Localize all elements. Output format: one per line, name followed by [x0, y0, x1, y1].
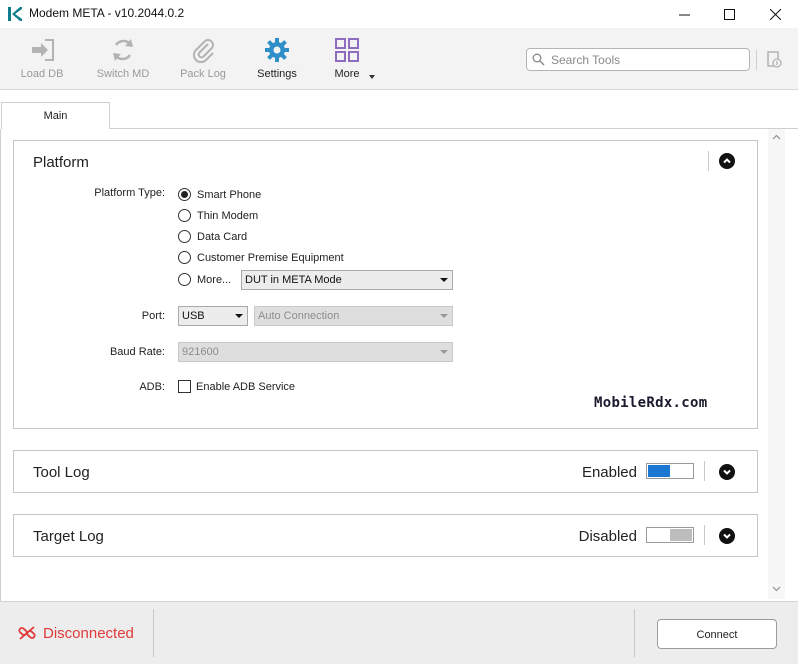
load-db-button[interactable]: Load DB	[7, 36, 77, 80]
radio-smart-phone[interactable]	[178, 188, 191, 201]
tool-log-status: Enabled	[581, 464, 637, 481]
load-db-icon	[32, 39, 54, 61]
tool-log-section: Tool Log Enabled	[13, 450, 758, 493]
search-box[interactable]	[526, 48, 750, 71]
window-title: Modem META - v10.2044.0.2	[29, 6, 185, 20]
search-input[interactable]	[549, 51, 745, 68]
platform-collapse-button[interactable]	[719, 153, 735, 169]
status-bar-divider	[634, 609, 635, 657]
adb-checkbox-label: Enable ADB Service	[196, 381, 296, 393]
scroll-down-icon[interactable]	[772, 584, 781, 593]
target-log-status: Disabled	[578, 528, 637, 545]
radio-cpe[interactable]	[178, 251, 191, 264]
tool-log-toggle[interactable]	[646, 463, 694, 479]
disconnected-icon	[18, 626, 36, 640]
port-mode-select: Auto Connection	[254, 306, 453, 326]
port-value: USB	[182, 310, 205, 322]
chevron-down-icon	[440, 314, 448, 318]
minimize-icon	[678, 14, 690, 15]
baud-rate-label: Baud Rate:	[109, 346, 165, 358]
search-icon	[532, 53, 545, 66]
vertical-scrollbar[interactable]	[768, 129, 785, 599]
radio-data-card[interactable]	[178, 230, 191, 243]
pack-log-label: Pack Log	[180, 68, 226, 80]
watermark: MobileRdx.com	[594, 395, 708, 411]
radio-smart-phone-label: Smart Phone	[197, 189, 262, 201]
chevron-down-icon	[235, 314, 243, 318]
settings-label: Settings	[257, 68, 297, 80]
device-info-icon[interactable]	[766, 51, 782, 69]
toggle-knob	[670, 529, 692, 541]
more-dropdown-caret-icon[interactable]	[369, 75, 375, 79]
port-label: Port:	[141, 310, 165, 322]
scroll-up-icon[interactable]	[772, 133, 781, 142]
platform-header-divider	[708, 151, 709, 171]
platform-type-label: Platform Type:	[94, 187, 165, 199]
radio-thin-modem-label: Thin Modem	[197, 210, 259, 222]
toggle-knob	[648, 465, 670, 477]
port-mode-value: Auto Connection	[258, 310, 340, 322]
baud-rate-value: 921600	[182, 346, 219, 358]
pack-log-button[interactable]: Pack Log	[168, 36, 238, 80]
toolbar-divider	[756, 50, 757, 70]
settings-button[interactable]: Settings	[242, 36, 312, 80]
radio-cpe-label: Customer Premise Equipment	[197, 252, 344, 264]
switch-md-button[interactable]: Switch MD	[88, 36, 158, 80]
radio-thin-modem[interactable]	[178, 209, 191, 222]
app-logo-icon	[8, 7, 22, 21]
close-button[interactable]	[752, 0, 798, 28]
switch-md-label: Switch MD	[96, 68, 150, 80]
tool-log-divider	[704, 461, 705, 481]
tool-log-title: Tool Log	[33, 464, 90, 481]
more-button[interactable]: More	[312, 36, 382, 80]
target-log-section: Target Log Disabled	[13, 514, 758, 557]
connection-status: Disconnected	[43, 625, 134, 642]
grid-icon	[335, 38, 359, 62]
maximize-button[interactable]	[706, 0, 752, 28]
chevron-up-icon	[723, 158, 731, 164]
target-log-toggle[interactable]	[646, 527, 694, 543]
maximize-icon	[723, 8, 735, 20]
minimize-button[interactable]	[661, 0, 707, 28]
switch-md-icon	[113, 39, 133, 61]
chevron-down-icon	[440, 278, 448, 282]
tab-main[interactable]: Main	[1, 102, 110, 129]
adb-label: ADB:	[139, 381, 165, 393]
baud-rate-select: 921600	[178, 342, 453, 362]
radio-more-label: More...	[197, 274, 232, 286]
gear-icon	[265, 38, 289, 62]
close-icon	[769, 8, 781, 20]
title-bar: Modem META - v10.2044.0.2	[0, 0, 798, 28]
more-mode-value: DUT in META Mode	[245, 274, 342, 286]
paperclip-icon	[192, 39, 214, 64]
status-bar-divider	[153, 609, 154, 657]
chevron-down-icon	[723, 533, 731, 539]
port-select[interactable]: USB	[178, 306, 248, 326]
target-log-divider	[704, 525, 705, 545]
platform-title: Platform	[33, 154, 89, 171]
target-log-expand-button[interactable]	[719, 528, 735, 544]
chevron-down-icon	[723, 469, 731, 475]
radio-data-card-label: Data Card	[197, 231, 248, 243]
chevron-down-icon	[440, 350, 448, 354]
connect-button[interactable]: Connect	[657, 619, 777, 649]
load-db-label: Load DB	[20, 68, 64, 80]
tool-log-expand-button[interactable]	[719, 464, 735, 480]
target-log-title: Target Log	[33, 528, 104, 545]
more-mode-select[interactable]: DUT in META Mode	[241, 270, 453, 290]
adb-checkbox[interactable]	[178, 380, 191, 393]
radio-more[interactable]	[178, 273, 191, 286]
